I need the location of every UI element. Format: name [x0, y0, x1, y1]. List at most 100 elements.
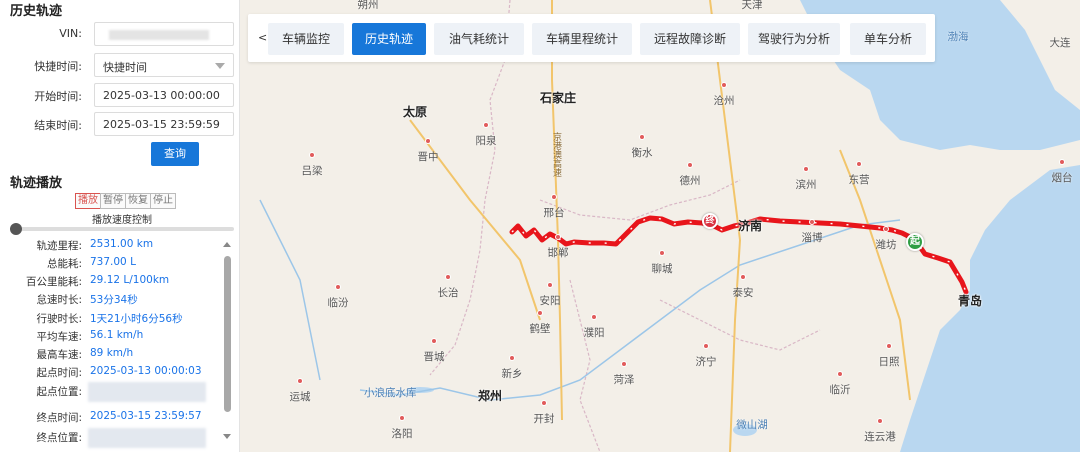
city-dot-icon	[309, 152, 315, 158]
start-time-input[interactable]: 2025-03-13 00:00:00	[94, 83, 234, 107]
stat-label: 最高车速:	[36, 349, 82, 361]
stat-value: 1天21小时6分56秒	[90, 313, 183, 325]
tab-history-track[interactable]: 历史轨迹	[352, 23, 426, 55]
stat-value: 2531.00 km	[90, 238, 154, 250]
city-dot-icon	[703, 343, 709, 349]
city-dot-icon	[809, 219, 815, 225]
tab-remote-diagnosis[interactable]: 远程故障诊断	[640, 23, 740, 55]
chevron-down-icon	[215, 63, 225, 69]
stat-label: 轨迹里程:	[36, 240, 82, 252]
map-place-label: 临沂	[829, 384, 851, 396]
tab-single-vehicle[interactable]: 单车分析	[850, 23, 926, 55]
end-time-row: 结束时间: 2025-03-15 23:59:59	[0, 112, 239, 136]
map-place-label: 淄博	[801, 232, 823, 244]
city-dot-icon	[431, 338, 437, 344]
map-place-label: 菏泽	[613, 374, 635, 386]
city-dot-icon	[886, 343, 892, 349]
stat-label: 行驶时长:	[36, 313, 82, 325]
speed-control-label: 播放速度控制	[92, 215, 152, 226]
end-time-input[interactable]: 2025-03-15 23:59:59	[94, 112, 234, 136]
city-dot-icon	[425, 138, 431, 144]
stat-row: 百公里能耗: 29.12 L/100km	[0, 272, 225, 290]
stat-label: 起点时间:	[36, 367, 82, 379]
quick-time-row: 快捷时间: 快捷时间	[0, 53, 239, 77]
city-dot-icon	[335, 284, 341, 290]
start-marker-label: 起	[910, 236, 920, 247]
tab-fuel-stats[interactable]: 油气耗统计	[434, 23, 524, 55]
scroll-down-icon[interactable]	[223, 434, 231, 439]
stat-label: 终点时间:	[36, 412, 82, 424]
stat-row: 平均车速: 56.1 km/h	[0, 327, 225, 345]
city-dot-icon	[591, 314, 597, 320]
start-time-label: 开始时间:	[34, 90, 82, 103]
stat-row: 怠速时长: 53分34秒	[0, 290, 225, 308]
map-place-label: 大连	[1049, 37, 1071, 49]
city-dot-icon	[541, 400, 547, 406]
stat-value: 2025-03-15 23:59:57	[90, 410, 202, 422]
city-dot-icon	[297, 378, 303, 384]
quick-time-select[interactable]: 快捷时间	[94, 53, 234, 77]
map-place-label: 邢台	[543, 207, 565, 219]
map-place-label: 日照	[878, 356, 900, 368]
city-dot-icon	[687, 162, 693, 168]
stat-row: 终点位置:	[0, 428, 225, 448]
map-city-label: 太原	[402, 105, 427, 119]
tab-mileage-stats[interactable]: 车辆里程统计	[532, 23, 632, 55]
start-marker[interactable]: 起	[906, 233, 924, 251]
map-place-label: 邯郸	[547, 247, 569, 259]
map-place-label: 天津	[741, 0, 763, 11]
tab-scroll-left-button[interactable]: <	[258, 31, 267, 44]
map-place-label: 安阳	[539, 295, 561, 307]
city-dot-icon	[445, 274, 451, 280]
city-dot-icon	[399, 415, 405, 421]
query-panel: 历史轨迹 VIN: 快捷时间: 快捷时间 开始时间: 2025-03-13 00…	[0, 0, 240, 452]
map-place-label: 开封	[533, 413, 555, 425]
stat-row: 轨迹里程: 2531.00 km	[0, 236, 225, 254]
city-dot-icon	[483, 122, 489, 128]
stat-label: 起点位置:	[36, 386, 82, 398]
stat-value: 2025-03-13 00:00:03	[90, 365, 202, 377]
scroll-thumb[interactable]	[224, 256, 231, 412]
speed-slider-handle[interactable]	[10, 223, 22, 235]
map-city-label: 石家庄	[539, 91, 576, 105]
stop-button[interactable]: 停止	[150, 193, 176, 209]
stat-label: 总能耗:	[46, 258, 82, 270]
scroll-up-icon[interactable]	[223, 242, 231, 247]
stat-value-redacted	[88, 428, 206, 448]
stat-value: 89 km/h	[90, 347, 134, 359]
play-button[interactable]: 播放	[75, 193, 101, 209]
end-marker[interactable]: 终	[702, 213, 718, 229]
stat-label: 怠速时长:	[36, 294, 82, 306]
map-place-label: 鹤壁	[529, 323, 551, 335]
stat-label: 平均车速:	[36, 331, 82, 343]
map-place-label: 德州	[679, 175, 701, 187]
stat-value-redacted	[88, 382, 206, 402]
map-view[interactable]: 太原 石家庄 郑州 济南 青岛 朔州 天津 沧州 阳泉 晋中 吕梁 衡水 德州 滨州 东营 邢台 烟台 潍坊 淄博邯…	[240, 0, 1080, 452]
map-place-label: 濮阳	[583, 327, 605, 339]
pause-button[interactable]: 暂停	[100, 193, 126, 209]
vin-row: VIN:	[0, 22, 239, 46]
stat-row: 起点位置:	[0, 382, 225, 402]
city-dot-icon	[555, 234, 561, 240]
map-place-label: 洛阳	[391, 428, 413, 440]
history-track-title: 历史轨迹	[10, 4, 63, 19]
quick-time-value: 快捷时间	[103, 61, 147, 74]
stat-row: 最高车速: 89 km/h	[0, 345, 225, 363]
vin-input[interactable]	[94, 22, 234, 46]
stat-row: 总能耗: 737.00 L	[0, 254, 225, 272]
map-city-label: 青岛	[957, 294, 982, 308]
tab-vehicle-monitor[interactable]: 车辆监控	[268, 23, 344, 55]
map-place-label: 新乡	[501, 368, 523, 380]
map-place-label: 衡水	[631, 147, 653, 159]
resume-button[interactable]: 恢复	[125, 193, 151, 209]
map-place-label: 烟台	[1051, 172, 1073, 184]
map-place-label: 长治	[437, 287, 459, 299]
start-time-row: 开始时间: 2025-03-13 00:00:00	[0, 83, 239, 107]
query-button[interactable]: 查询	[151, 142, 199, 166]
stats-scrollbar[interactable]	[223, 240, 233, 442]
speed-slider[interactable]	[14, 227, 234, 231]
stat-row: 终点时间: 2025-03-15 23:59:57	[0, 408, 225, 426]
map-place-label: 吕梁	[301, 165, 323, 177]
city-dot-icon	[1059, 159, 1065, 165]
tab-driving-behavior[interactable]: 驾驶行为分析	[748, 23, 840, 55]
